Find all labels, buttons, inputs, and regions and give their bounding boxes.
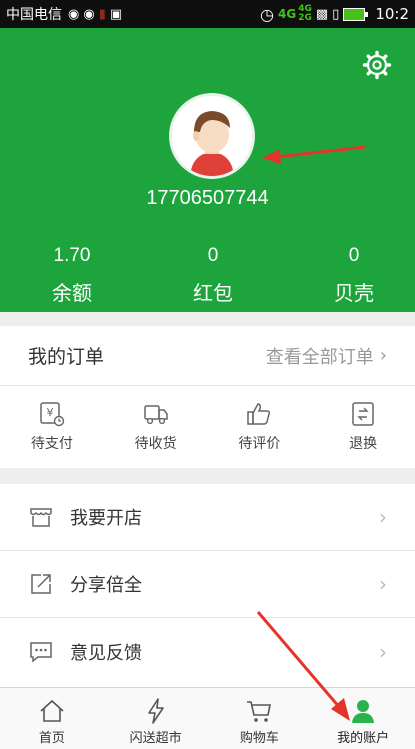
open-store-icon <box>30 508 52 527</box>
order-pending-review-label: 待评价 <box>238 435 281 452</box>
tab-home-label: 首页 <box>38 731 65 746</box>
menu-item-open-store[interactable]: 我要开店 › <box>0 484 415 551</box>
tab-cart-label: 购物车 <box>239 731 279 746</box>
stat-red-packet[interactable]: 0 红包 <box>153 245 273 306</box>
carrier-name: 中国电信 <box>6 7 62 23</box>
cart-icon <box>247 701 272 722</box>
tab-flash-supermarket-label: 闪送超市 <box>129 731 182 746</box>
stat-balance[interactable]: 1.70 余额 <box>12 245 132 306</box>
battery-icon <box>343 7 369 21</box>
network-4g-indicator: 4G 4G 2G <box>278 4 312 23</box>
tab-flash-supermarket[interactable]: 闪送超市 <box>104 688 208 749</box>
weibo-icon: ◉ <box>83 6 95 22</box>
weibo-icon: ◉ <box>68 6 80 22</box>
home-icon <box>40 699 64 722</box>
stat-shell-label: 贝壳 <box>334 281 374 305</box>
menu-item-feedback[interactable]: 意见反馈 › <box>0 618 415 685</box>
signal-icon: ▩ <box>315 6 329 22</box>
alarm-icon: ◷ <box>260 4 274 24</box>
image-icon: ▣ <box>109 6 123 22</box>
profile-header: 17706507744 1.70 余额 0 红包 0 贝壳 <box>0 28 415 312</box>
pending-payment-icon: ¥ <box>40 401 65 426</box>
menu-item-open-store-label: 我要开店 <box>70 508 142 529</box>
order-return-exchange[interactable]: 退换 <box>311 386 415 467</box>
order-pending-delivery-label: 待收货 <box>134 435 177 452</box>
tab-cart[interactable]: 购物车 <box>208 688 312 749</box>
order-pending-payment[interactable]: ¥ 待支付 <box>0 386 104 467</box>
menu-list: 我要开店 › 分享倍全 › 意见反馈 › <box>0 484 415 687</box>
return-exchange-icon <box>352 401 374 426</box>
chevron-right-icon: › <box>379 505 387 529</box>
orders-title: 我的订单 <box>28 346 105 368</box>
notification-icon: ▮ <box>98 6 106 22</box>
clock-time: 10:2 <box>375 5 409 23</box>
order-pending-payment-label: 待支付 <box>30 435 73 452</box>
feedback-icon <box>30 641 52 663</box>
thumbs-up-icon <box>247 402 271 425</box>
lightning-icon <box>147 698 164 724</box>
stat-red-packet-value: 0 <box>207 245 219 266</box>
chevron-right-icon: › <box>379 639 387 664</box>
order-pending-review[interactable]: 待评价 <box>208 386 312 467</box>
stat-shell-value: 0 <box>348 245 360 266</box>
stat-red-packet-label: 红包 <box>193 281 233 305</box>
status-bar: 中国电信 ◉ ◉ ▮ ▣ ◷ 4G 4G 2G ▩ ▯ 10:2 <box>0 0 415 28</box>
orders-header[interactable]: 我的订单 查看全部订单 › <box>0 326 415 386</box>
share-icon <box>31 574 51 594</box>
menu-item-share-label: 分享倍全 <box>70 575 142 596</box>
menu-item-feedback-label: 意见反馈 <box>70 642 142 664</box>
order-pending-delivery[interactable]: 待收货 <box>104 386 208 467</box>
chevron-right-icon: › <box>379 345 387 366</box>
bottom-tab-bar: 首页 闪送超市 购物车 我的账户 <box>0 687 415 749</box>
menu-item-share[interactable]: 分享倍全 › <box>0 551 415 618</box>
view-all-orders-label: 查看全部订单 <box>265 346 374 368</box>
stat-balance-value: 1.70 <box>53 245 91 266</box>
chevron-right-icon: › <box>379 572 387 596</box>
stat-shell[interactable]: 0 贝壳 <box>294 245 414 306</box>
gear-icon[interactable] <box>362 50 392 80</box>
notification-icons: ◉ ◉ ▮ ▣ <box>68 7 122 22</box>
tab-home[interactable]: 首页 <box>0 688 104 749</box>
tab-my-account-label: 我的账户 <box>337 731 390 746</box>
svg-text:¥: ¥ <box>46 406 53 419</box>
avatar[interactable] <box>172 96 252 176</box>
user-avatar-icon <box>172 96 252 176</box>
tab-my-account[interactable]: 我的账户 <box>311 688 415 749</box>
phone-number: 17706507744 <box>146 187 269 209</box>
order-status-row: ¥ 待支付 待收货 待评价 退换 <box>0 386 415 467</box>
sim-icon: ▯ <box>332 6 340 22</box>
stat-balance-label: 余额 <box>52 281 92 305</box>
account-icon <box>352 700 375 723</box>
delivery-truck-icon <box>143 404 168 424</box>
order-return-exchange-label: 退换 <box>349 435 378 452</box>
orders-card: 我的订单 查看全部订单 › ¥ 待支付 待收货 待评价 退换 <box>0 326 415 468</box>
view-all-orders-link[interactable]: 查看全部订单 › <box>266 343 387 369</box>
